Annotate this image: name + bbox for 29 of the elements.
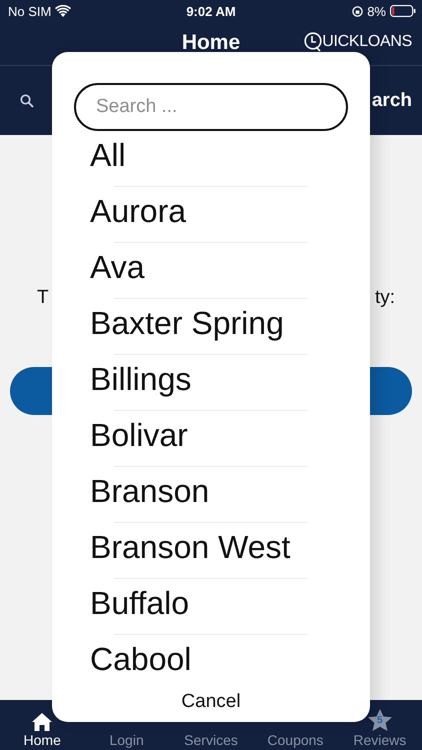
- list-item[interactable]: Ava: [90, 243, 145, 291]
- list-item[interactable]: Branson West: [90, 523, 290, 571]
- tab-item[interactable]: 5 Reviews: [338, 700, 422, 750]
- list-item[interactable]: All: [90, 131, 126, 179]
- list-item[interactable]: Bolivar: [90, 411, 188, 459]
- battery-percent: 8%: [367, 4, 386, 18]
- search-button[interactable]: arch: [372, 90, 412, 112]
- clock-time: 9:02 AM: [186, 4, 236, 18]
- search-icon: [20, 94, 34, 108]
- review-count: 5: [376, 715, 384, 726]
- cancel-button[interactable]: Cancel: [181, 691, 241, 713]
- wifi-icon: [55, 5, 72, 17]
- tab-item[interactable]: Home: [0, 700, 84, 750]
- carrier-label: No SIM: [8, 4, 52, 18]
- search-field[interactable]: Search ...: [74, 83, 348, 131]
- list-item[interactable]: Cabool: [90, 635, 192, 683]
- logo-text: UICKLOANS: [322, 33, 412, 51]
- list-item[interactable]: Branson: [90, 467, 210, 515]
- home-icon: [31, 712, 54, 732]
- prompt-text: ty:: [374, 287, 395, 309]
- rotation-lock-icon: [352, 6, 364, 16]
- list-item[interactable]: Baxter Spring: [90, 299, 284, 347]
- list-item[interactable]: Buffalo: [90, 579, 190, 627]
- list-item[interactable]: Billings: [90, 355, 192, 403]
- star-icon: [366, 708, 393, 732]
- list-item[interactable]: Aurora: [90, 187, 186, 235]
- battery-icon: [390, 5, 416, 17]
- page-title: Home: [182, 30, 240, 54]
- prompt-text: T: [37, 287, 49, 309]
